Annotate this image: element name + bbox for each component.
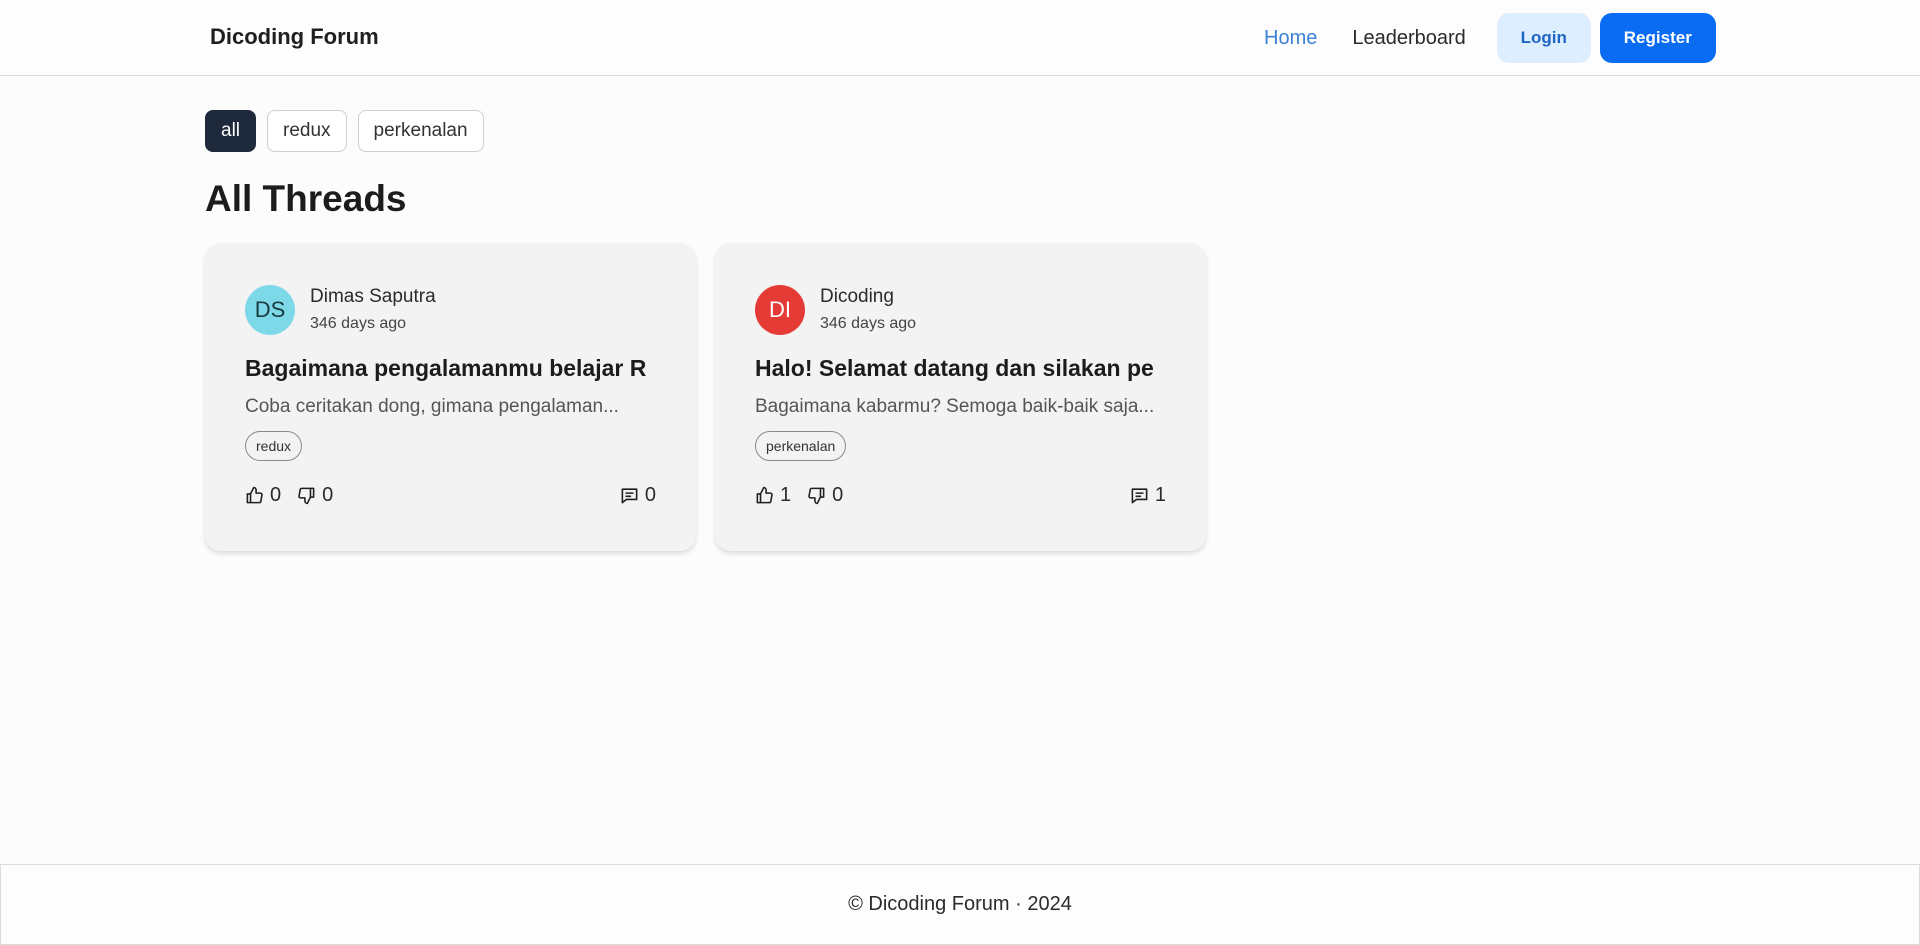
nav-home-link[interactable]: Home [1264, 27, 1317, 50]
comment-icon [621, 488, 638, 504]
main-nav: Home Leaderboard Login Register [1264, 13, 1716, 63]
comment-stat[interactable]: 0 [620, 484, 656, 507]
top-navbar: Dicoding Forum Home Leaderboard Login Re… [0, 0, 1920, 76]
comment-icon [1131, 488, 1148, 504]
thread-category-tag: perkenalan [755, 431, 847, 461]
thread-category-tag: redux [245, 431, 303, 461]
thread-body-preview: Coba ceritakan dong, gimana pengalaman..… [245, 396, 619, 417]
thumbs-down-icon [808, 487, 825, 505]
downvote-button[interactable]: 0 [807, 484, 843, 507]
footer-copyright: © Dicoding Forum · 2024 [848, 893, 1072, 915]
thread-created-time: 346 days ago [310, 315, 407, 332]
thread-card[interactable]: DI Dicoding 346 days ago Halo! Selamat d… [715, 243, 1206, 551]
thread-created-time: 346 days ago [820, 315, 917, 332]
register-button[interactable]: Register [1599, 13, 1716, 63]
thread-owner-name: Dimas Saputra [310, 286, 436, 307]
comment-count: 0 [644, 484, 656, 506]
avatar: DI [755, 285, 805, 335]
thread-body-preview: Bagaimana kabarmu? Semoga baik-baik saja… [755, 396, 1155, 417]
page-footer: © Dicoding Forum · 2024 [0, 864, 1920, 945]
comment-stat[interactable]: 1 [1130, 484, 1166, 507]
login-button[interactable]: Login [1496, 13, 1591, 63]
avatar: DS [245, 285, 295, 335]
brand-logo[interactable]: Dicoding Forum [210, 24, 379, 50]
vote-stats: 1 0 [755, 484, 843, 507]
upvote-button[interactable]: 0 [245, 484, 281, 507]
filter-chip-perkenalan[interactable]: perkenalan [357, 110, 484, 152]
nav-leaderboard-link[interactable]: Leaderboard [1352, 27, 1465, 50]
vote-stats: 0 0 [245, 484, 333, 507]
upvote-count: 1 [780, 484, 792, 506]
comment-count: 1 [1154, 484, 1166, 506]
category-filter-bar: all redux perkenalan [205, 110, 484, 152]
thread-list: DS Dimas Saputra 346 days ago Bagaimana … [205, 243, 1206, 551]
thumbs-up-icon [756, 486, 773, 504]
downvote-count: 0 [322, 484, 334, 506]
thumbs-down-icon [298, 487, 315, 505]
thread-title[interactable]: Halo! Selamat datang dan silakan pe [755, 355, 1167, 382]
thread-title[interactable]: Bagaimana pengalamanmu belajar R [245, 355, 657, 382]
upvote-count: 0 [270, 484, 282, 506]
downvote-button[interactable]: 0 [297, 484, 333, 507]
thread-card[interactable]: DS Dimas Saputra 346 days ago Bagaimana … [205, 243, 696, 551]
filter-chip-redux[interactable]: redux [267, 110, 347, 152]
thumbs-up-icon [246, 486, 263, 504]
page-title: All Threads [205, 178, 407, 219]
upvote-button[interactable]: 1 [755, 484, 791, 507]
downvote-count: 0 [832, 484, 844, 506]
thread-owner-name: Dicoding [820, 286, 894, 307]
filter-chip-all[interactable]: all [205, 110, 257, 152]
